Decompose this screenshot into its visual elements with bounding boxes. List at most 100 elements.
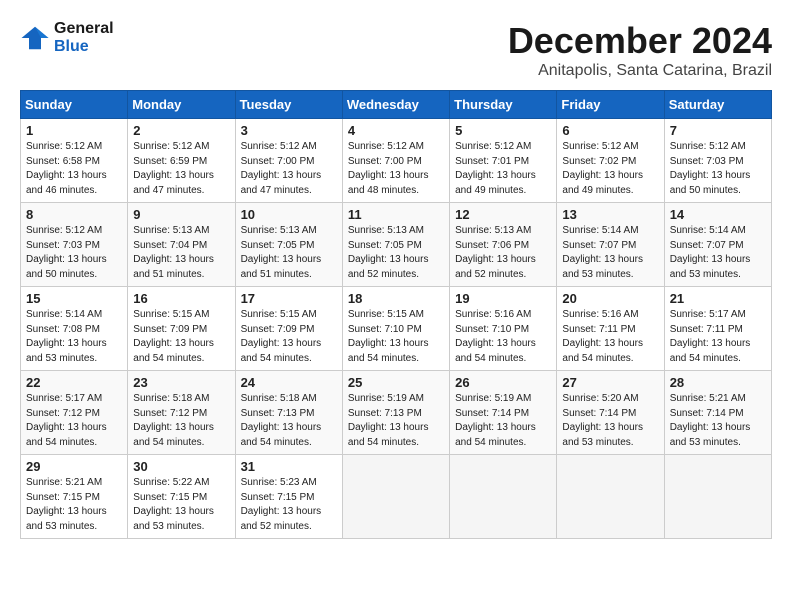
calendar-day-cell: 25 Sunrise: 5:19 AM Sunset: 7:13 PM Dayli…	[342, 371, 449, 455]
day-info: Sunrise: 5:12 AM Sunset: 7:03 PM Dayligh…	[26, 224, 122, 282]
day-number: 9	[133, 207, 229, 222]
calendar-day-cell: 12Sunrise: 5:13 AM Sunset: 7:06 PM Dayli…	[450, 203, 557, 287]
calendar-day-cell: 27Sunrise: 5:20 AM Sunset: 7:14 PM Dayli…	[557, 371, 664, 455]
calendar-day-cell: 16 Sunrise: 5:15 AM Sunset: 7:09 PM Dayli…	[128, 287, 235, 371]
calendar-day-cell: 6Sunrise: 5:12 AM Sunset: 7:02 PM Daylig…	[557, 119, 664, 203]
calendar-day-cell: 29 Sunrise: 5:21 AM Sunset: 7:15 PM Dayli…	[21, 455, 128, 539]
day-info: Sunrise: 5:16 AM Sunset: 7:10 PM Dayligh…	[455, 308, 551, 366]
calendar-day-cell: 14 Sunrise: 5:14 AM Sunset: 7:07 PM Dayli…	[664, 203, 771, 287]
day-info: Sunrise: 5:12 AM Sunset: 6:59 PM Dayligh…	[133, 140, 229, 198]
day-number: 22	[26, 375, 122, 390]
day-info: Sunrise: 5:15 AM Sunset: 7:09 PM Dayligh…	[133, 308, 229, 366]
day-info: Sunrise: 5:13 AM Sunset: 7:04 PM Dayligh…	[133, 224, 229, 282]
day-number: 5	[455, 123, 551, 138]
weekday-header: Monday	[128, 91, 235, 119]
calendar-day-cell: 21 Sunrise: 5:17 AM Sunset: 7:11 PM Dayli…	[664, 287, 771, 371]
day-info: Sunrise: 5:21 AM Sunset: 7:14 PM Dayligh…	[670, 392, 766, 450]
day-number: 14	[670, 207, 766, 222]
calendar-day-cell: 7 Sunrise: 5:12 AM Sunset: 7:03 PM Daylig…	[664, 119, 771, 203]
calendar-day-cell: 23Sunrise: 5:18 AM Sunset: 7:12 PM Dayli…	[128, 371, 235, 455]
calendar-day-cell: 3 Sunrise: 5:12 AM Sunset: 7:00 PM Daylig…	[235, 119, 342, 203]
month-title: December 2024	[508, 20, 772, 62]
calendar-day-cell: 17 Sunrise: 5:15 AM Sunset: 7:09 PM Dayli…	[235, 287, 342, 371]
calendar-week-row: 8 Sunrise: 5:12 AM Sunset: 7:03 PM Daylig…	[21, 203, 772, 287]
day-number: 13	[562, 207, 658, 222]
day-info: Sunrise: 5:12 AM Sunset: 7:00 PM Dayligh…	[241, 140, 337, 198]
logo: General Blue	[20, 20, 114, 56]
day-info: Sunrise: 5:18 AM Sunset: 7:13 PM Dayligh…	[241, 392, 337, 450]
calendar-day-cell: 9 Sunrise: 5:13 AM Sunset: 7:04 PM Daylig…	[128, 203, 235, 287]
day-info: Sunrise: 5:19 AM Sunset: 7:13 PM Dayligh…	[348, 392, 444, 450]
calendar-week-row: 29 Sunrise: 5:21 AM Sunset: 7:15 PM Dayli…	[21, 455, 772, 539]
day-number: 19	[455, 291, 551, 306]
day-number: 28	[670, 375, 766, 390]
day-number: 1	[26, 123, 122, 138]
day-number: 8	[26, 207, 122, 222]
calendar-week-row: 22Sunrise: 5:17 AM Sunset: 7:12 PM Dayli…	[21, 371, 772, 455]
day-info: Sunrise: 5:13 AM Sunset: 7:06 PM Dayligh…	[455, 224, 551, 282]
day-number: 3	[241, 123, 337, 138]
day-number: 29	[26, 459, 122, 474]
day-info: Sunrise: 5:12 AM Sunset: 7:03 PM Dayligh…	[670, 140, 766, 198]
page-header: General Blue December 2024 Anitapolis, S…	[20, 20, 772, 80]
day-number: 25	[348, 375, 444, 390]
day-number: 24	[241, 375, 337, 390]
day-info: Sunrise: 5:14 AM Sunset: 7:07 PM Dayligh…	[670, 224, 766, 282]
calendar-day-cell: 30 Sunrise: 5:22 AM Sunset: 7:15 PM Dayli…	[128, 455, 235, 539]
calendar-day-cell: 31Sunrise: 5:23 AM Sunset: 7:15 PM Dayli…	[235, 455, 342, 539]
day-number: 17	[241, 291, 337, 306]
weekday-header: Tuesday	[235, 91, 342, 119]
day-info: Sunrise: 5:13 AM Sunset: 7:05 PM Dayligh…	[348, 224, 444, 282]
day-info: Sunrise: 5:21 AM Sunset: 7:15 PM Dayligh…	[26, 476, 122, 534]
title-block: December 2024 Anitapolis, Santa Catarina…	[508, 20, 772, 80]
calendar-header-row: SundayMondayTuesdayWednesdayThursdayFrid…	[21, 91, 772, 119]
calendar-body: 1Sunrise: 5:12 AM Sunset: 6:58 PM Daylig…	[21, 119, 772, 539]
weekday-header: Wednesday	[342, 91, 449, 119]
calendar-day-cell	[450, 455, 557, 539]
calendar-table: SundayMondayTuesdayWednesdayThursdayFrid…	[20, 90, 772, 539]
calendar-day-cell: 4Sunrise: 5:12 AM Sunset: 7:00 PM Daylig…	[342, 119, 449, 203]
calendar-day-cell: 28 Sunrise: 5:21 AM Sunset: 7:14 PM Dayli…	[664, 371, 771, 455]
calendar-week-row: 15 Sunrise: 5:14 AM Sunset: 7:08 PM Dayli…	[21, 287, 772, 371]
day-number: 16	[133, 291, 229, 306]
logo-text: General Blue	[54, 20, 114, 56]
calendar-day-cell: 15 Sunrise: 5:14 AM Sunset: 7:08 PM Dayli…	[21, 287, 128, 371]
day-number: 20	[562, 291, 658, 306]
calendar-day-cell: 5Sunrise: 5:12 AM Sunset: 7:01 PM Daylig…	[450, 119, 557, 203]
calendar-day-cell: 18Sunrise: 5:15 AM Sunset: 7:10 PM Dayli…	[342, 287, 449, 371]
day-number: 7	[670, 123, 766, 138]
calendar-day-cell: 10Sunrise: 5:13 AM Sunset: 7:05 PM Dayli…	[235, 203, 342, 287]
day-info: Sunrise: 5:22 AM Sunset: 7:15 PM Dayligh…	[133, 476, 229, 534]
day-number: 15	[26, 291, 122, 306]
day-info: Sunrise: 5:15 AM Sunset: 7:09 PM Dayligh…	[241, 308, 337, 366]
day-number: 30	[133, 459, 229, 474]
day-info: Sunrise: 5:16 AM Sunset: 7:11 PM Dayligh…	[562, 308, 658, 366]
day-info: Sunrise: 5:17 AM Sunset: 7:11 PM Dayligh…	[670, 308, 766, 366]
weekday-header: Sunday	[21, 91, 128, 119]
day-info: Sunrise: 5:15 AM Sunset: 7:10 PM Dayligh…	[348, 308, 444, 366]
location: Anitapolis, Santa Catarina, Brazil	[508, 62, 772, 80]
calendar-day-cell	[342, 455, 449, 539]
day-number: 10	[241, 207, 337, 222]
calendar-day-cell	[557, 455, 664, 539]
day-number: 21	[670, 291, 766, 306]
calendar-day-cell: 26 Sunrise: 5:19 AM Sunset: 7:14 PM Dayli…	[450, 371, 557, 455]
day-number: 2	[133, 123, 229, 138]
calendar-day-cell: 8 Sunrise: 5:12 AM Sunset: 7:03 PM Daylig…	[21, 203, 128, 287]
calendar-day-cell: 20 Sunrise: 5:16 AM Sunset: 7:11 PM Dayli…	[557, 287, 664, 371]
calendar-day-cell: 19 Sunrise: 5:16 AM Sunset: 7:10 PM Dayli…	[450, 287, 557, 371]
day-info: Sunrise: 5:19 AM Sunset: 7:14 PM Dayligh…	[455, 392, 551, 450]
day-info: Sunrise: 5:14 AM Sunset: 7:08 PM Dayligh…	[26, 308, 122, 366]
day-info: Sunrise: 5:20 AM Sunset: 7:14 PM Dayligh…	[562, 392, 658, 450]
calendar-day-cell: 13Sunrise: 5:14 AM Sunset: 7:07 PM Dayli…	[557, 203, 664, 287]
weekday-header: Friday	[557, 91, 664, 119]
weekday-header: Thursday	[450, 91, 557, 119]
calendar-day-cell	[664, 455, 771, 539]
day-number: 26	[455, 375, 551, 390]
calendar-week-row: 1Sunrise: 5:12 AM Sunset: 6:58 PM Daylig…	[21, 119, 772, 203]
weekday-header: Saturday	[664, 91, 771, 119]
day-number: 23	[133, 375, 229, 390]
day-number: 31	[241, 459, 337, 474]
calendar-day-cell: 24 Sunrise: 5:18 AM Sunset: 7:13 PM Dayli…	[235, 371, 342, 455]
calendar-day-cell: 2 Sunrise: 5:12 AM Sunset: 6:59 PM Daylig…	[128, 119, 235, 203]
